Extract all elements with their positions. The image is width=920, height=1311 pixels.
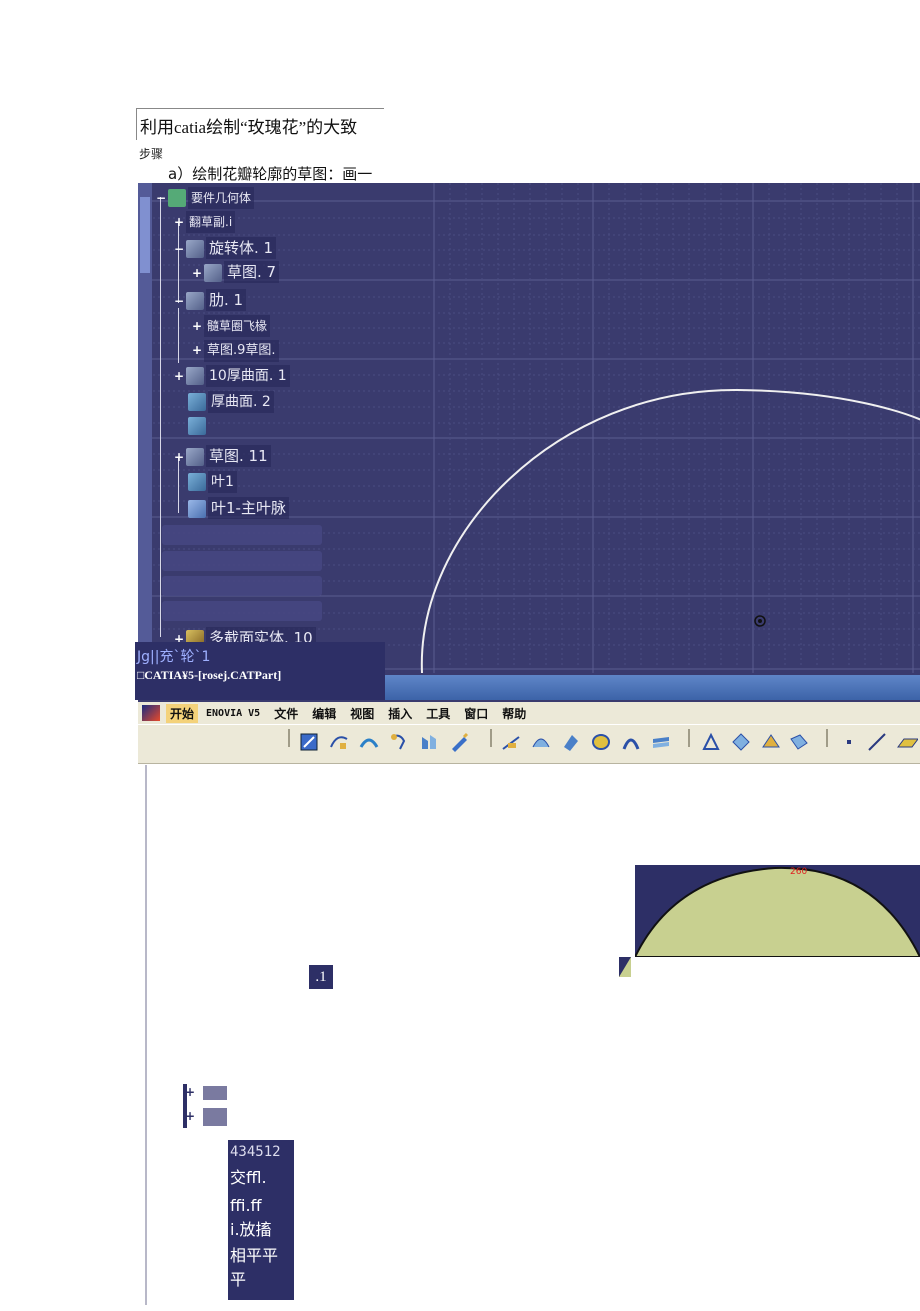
tree-item-blurred xyxy=(162,551,322,571)
tree-item-blurred xyxy=(162,601,322,621)
sketch-ellipse xyxy=(420,388,920,674)
tree-item-sketch-11[interactable]: + 草图. 11 xyxy=(174,445,271,467)
mini-tree-fragment: + + xyxy=(183,1084,229,1128)
status-box: Jg||充`轮`1 □CATIA¥5-[rosej.CATPart] xyxy=(135,642,385,700)
spline-icon[interactable] xyxy=(328,731,350,753)
tree-item-leaf-vein[interactable]: 叶1-主叶脉 xyxy=(188,497,289,519)
text-fragment-box: 434512 交ffl. ffi.ff i.放搐 相平平 平 xyxy=(228,1140,294,1300)
tree-item-sketch-9[interactable]: + 草图.9草图. xyxy=(192,339,279,362)
menu-enovia[interactable]: ENOVIA V5 xyxy=(206,708,260,719)
rib-icon xyxy=(186,292,204,310)
step-a-text: a）绘制花瓣轮廓的草图：画一 xyxy=(168,163,448,184)
sketch-icon[interactable] xyxy=(298,731,320,753)
tree-item-leaf-1[interactable]: 叶1 xyxy=(188,471,237,493)
pad-icon[interactable] xyxy=(418,731,440,753)
tree-item-body[interactable]: − 要件几何体 xyxy=(156,187,255,209)
sweep-icon[interactable] xyxy=(388,731,410,753)
tree-item-revolve[interactable]: − 旋转体. 1 xyxy=(174,237,277,259)
split-icon[interactable] xyxy=(730,731,752,753)
edit-icon[interactable] xyxy=(448,731,470,753)
menu-view[interactable]: 视图 xyxy=(350,705,374,722)
svg-text:+: + xyxy=(185,1109,195,1123)
tree-item-surface[interactable] xyxy=(188,415,208,437)
tree-item-sketch-a[interactable]: + 翻草副.i xyxy=(174,211,236,233)
line-tool-icon[interactable] xyxy=(866,731,888,753)
tree-item-thick-1[interactable]: +10厚曲面. 1 xyxy=(174,365,290,387)
part-body-icon xyxy=(168,189,186,207)
leaf-surface-icon xyxy=(188,473,206,491)
menu-start[interactable]: 开始 xyxy=(166,703,199,723)
window-title: □CATIA¥5-[rosej.CATPart] xyxy=(137,668,282,682)
sketch-icon xyxy=(204,264,222,282)
document-title: 利用catia绘制“玫瑰花”的大致 xyxy=(136,108,384,140)
trim-icon[interactable] xyxy=(760,731,782,753)
revolve-icon[interactable] xyxy=(590,731,612,753)
catia-viewport[interactable]: − 要件几何体 + 翻草副.i − 旋转体. 1 + 草图. 7 − 肋. 1 + 髓草圈飞… xyxy=(138,183,920,703)
tree-item-sketch-b[interactable]: + 髓草圈飞椽 xyxy=(192,315,271,337)
join-icon[interactable] xyxy=(700,731,722,753)
menu-insert[interactable]: 插入 xyxy=(388,705,412,722)
surface-icon[interactable] xyxy=(530,731,552,753)
point-icon[interactable] xyxy=(838,731,860,753)
menu-bar: 开始 ENOVIA V5 文件 编辑 视图 插入 工具 窗口 帮助 xyxy=(138,702,920,724)
window-title-bar[interactable] xyxy=(385,675,920,700)
tree-item-blurred xyxy=(162,525,322,545)
tree-item-blurred xyxy=(162,576,322,596)
menu-edit[interactable]: 编辑 xyxy=(312,705,336,722)
svg-text:+: + xyxy=(185,1085,195,1099)
specification-tree: − 要件几何体 + 翻草副.i − 旋转体. 1 + 草图. 7 − 肋. 1 + 髓草圈飞… xyxy=(138,183,428,653)
tree-item-sketch-7[interactable]: + 草图. 7 xyxy=(192,261,280,283)
plane-icon[interactable] xyxy=(896,731,919,753)
extrude-icon[interactable] xyxy=(560,731,582,753)
catia-logo-icon xyxy=(142,705,160,721)
dimension-label: 260 xyxy=(790,867,807,877)
edge-mark xyxy=(619,957,631,977)
point-label: .1 xyxy=(309,965,333,989)
menu-tools[interactable]: 工具 xyxy=(426,705,450,722)
line-icon[interactable] xyxy=(500,731,522,753)
menu-help[interactable]: 帮助 xyxy=(502,705,526,722)
sketch-icon xyxy=(186,448,204,466)
thick-surface-icon xyxy=(186,367,204,385)
loft-icon[interactable] xyxy=(620,731,642,753)
split-2-icon[interactable] xyxy=(788,731,810,753)
fill-icon[interactable] xyxy=(650,731,672,753)
tree-item-rib[interactable]: − 肋. 1 xyxy=(174,289,247,311)
thick-surface-icon xyxy=(188,393,206,411)
steps-label: 步骤 xyxy=(139,147,164,161)
tree-item-thick-2[interactable]: 厚曲面. 2 xyxy=(188,391,274,413)
petal-profile-panel: 260 xyxy=(635,865,920,957)
menu-window[interactable]: 窗口 xyxy=(464,705,488,722)
surface-icon xyxy=(188,417,206,435)
document-margin-line xyxy=(145,765,147,1305)
arc-icon[interactable] xyxy=(358,731,380,753)
toolbar xyxy=(138,724,920,764)
status-text: Jg||充`轮`1 xyxy=(137,649,211,665)
revolve-icon xyxy=(186,240,204,258)
curve-icon xyxy=(188,500,206,518)
menu-file[interactable]: 文件 xyxy=(274,705,298,722)
